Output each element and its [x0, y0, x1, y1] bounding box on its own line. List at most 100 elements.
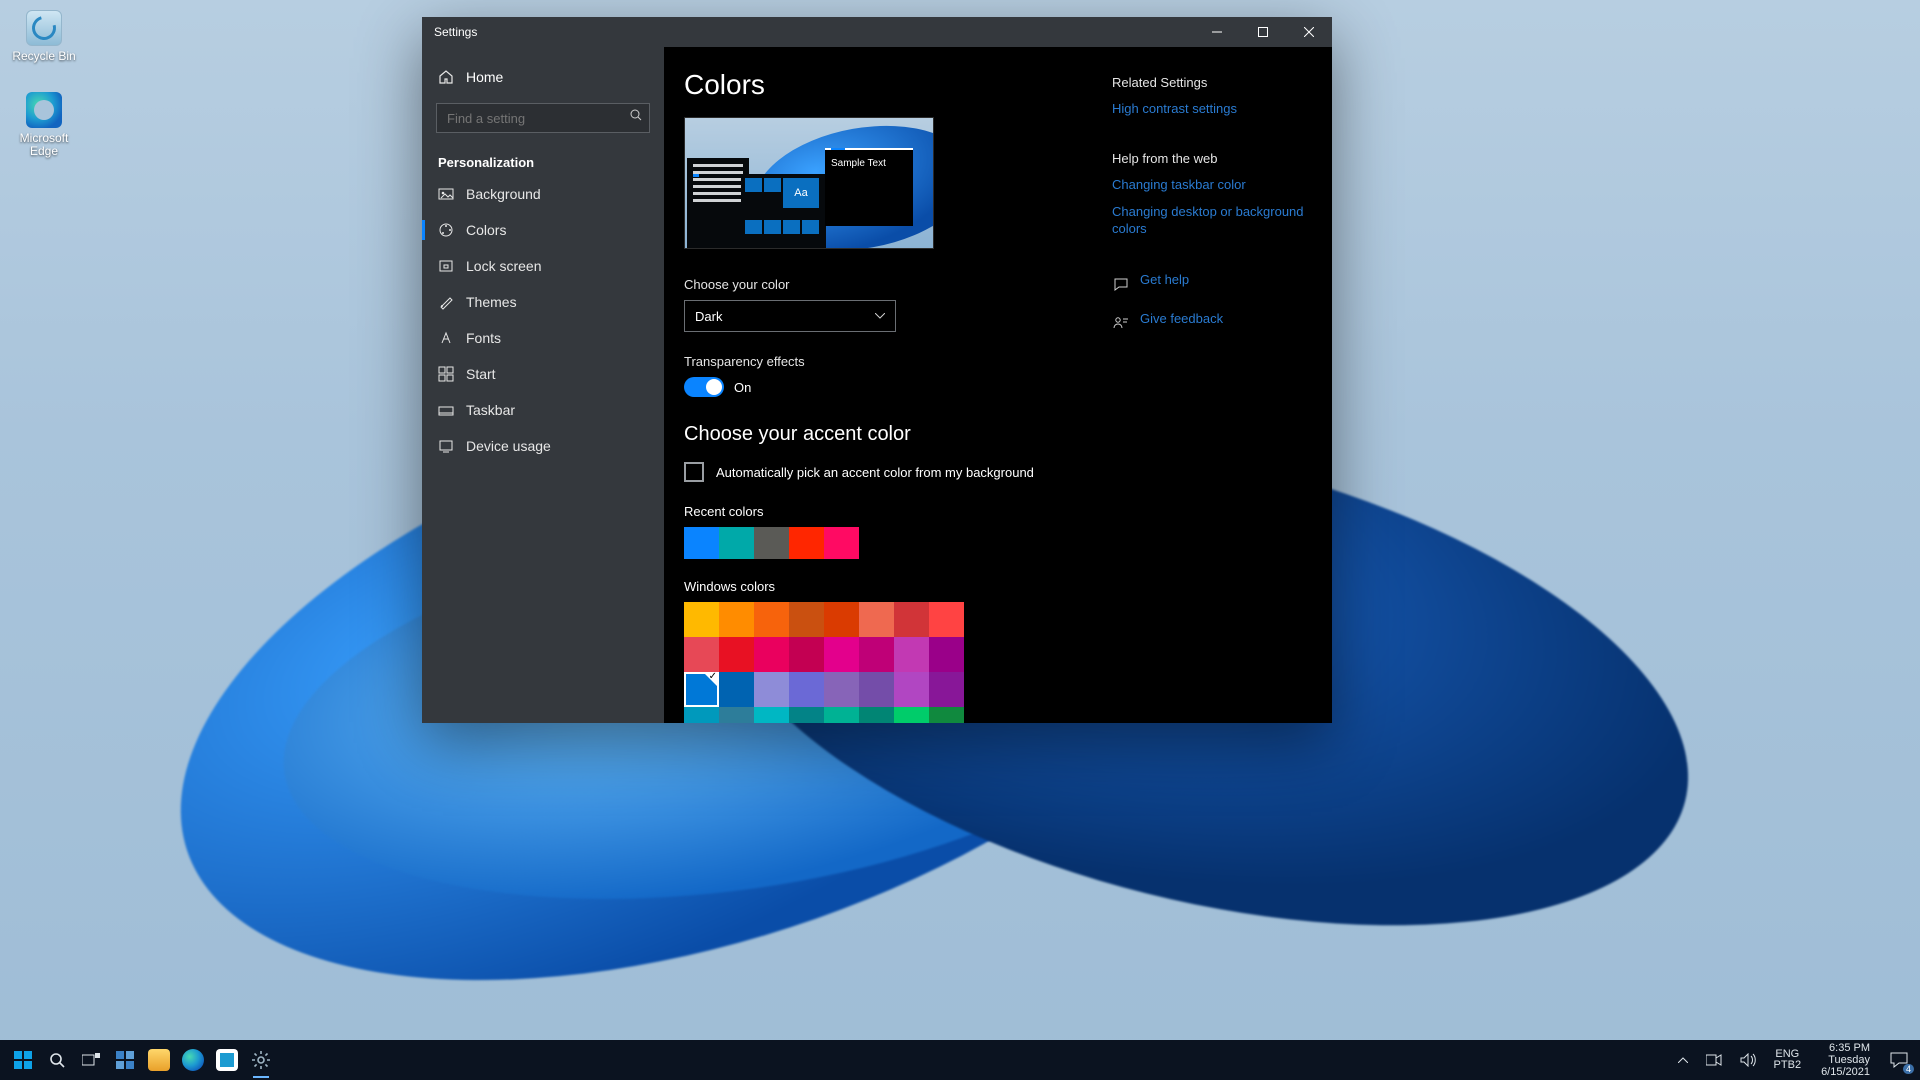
windows-color-swatch[interactable]: [684, 707, 719, 723]
windows-color-swatch[interactable]: [859, 707, 894, 723]
store-icon: [216, 1049, 238, 1071]
sidebar-item-taskbar[interactable]: Taskbar: [422, 392, 664, 428]
windows-color-swatch[interactable]: [684, 602, 719, 637]
page-title: Colors: [684, 69, 1088, 101]
get-help-link[interactable]: Get help: [1112, 271, 1312, 298]
windows-color-swatch[interactable]: [894, 602, 929, 637]
windows-color-swatch[interactable]: [789, 707, 824, 723]
high-contrast-link[interactable]: High contrast settings: [1112, 100, 1312, 117]
taskview-icon: [82, 1053, 100, 1067]
tray-overflow[interactable]: [1672, 1040, 1694, 1080]
sidebar-item-background[interactable]: Background: [422, 176, 664, 212]
sidebar-item-label: Themes: [466, 294, 517, 310]
help-link-taskbar-color[interactable]: Changing taskbar color: [1112, 176, 1312, 193]
taskbar[interactable]: ENG PTB2 6:35 PM Tuesday 6/15/2021 4: [0, 1040, 1920, 1080]
recent-color-swatch[interactable]: [719, 527, 754, 559]
color-mode-select[interactable]: Dark: [684, 300, 896, 332]
windows-color-swatch[interactable]: [719, 707, 754, 723]
desktop-icon-edge[interactable]: Microsoft Edge: [6, 88, 82, 162]
taskbar-store[interactable]: [210, 1040, 244, 1080]
themes-icon: [438, 294, 454, 310]
chevron-up-icon: [1678, 1057, 1688, 1063]
chat-icon: [1112, 276, 1130, 294]
windows-color-swatch[interactable]: [754, 672, 789, 707]
windows-color-swatch[interactable]: [859, 637, 894, 672]
windows-color-swatch[interactable]: [894, 637, 929, 672]
windows-color-swatch[interactable]: [684, 672, 719, 707]
help-link-desktop-color[interactable]: Changing desktop or background colors: [1112, 203, 1312, 237]
taskbar-taskview[interactable]: [74, 1040, 108, 1080]
windows-color-swatch[interactable]: [824, 707, 859, 723]
desktop-icon-label: Recycle Bin: [12, 50, 75, 63]
notification-badge: 4: [1903, 1064, 1914, 1074]
windows-color-swatch[interactable]: [894, 707, 929, 723]
windows-color-swatch[interactable]: [719, 637, 754, 672]
windows-color-swatch[interactable]: [859, 602, 894, 637]
taskbar-edge[interactable]: [176, 1040, 210, 1080]
tray-language[interactable]: ENG PTB2: [1768, 1040, 1808, 1080]
windows-color-swatch[interactable]: [824, 637, 859, 672]
sidebar-item-themes[interactable]: Themes: [422, 284, 664, 320]
sidebar-item-label: Background: [466, 186, 541, 202]
windows-colors-label: Windows colors: [684, 579, 1088, 594]
tray-volume[interactable]: [1734, 1040, 1762, 1080]
give-feedback-link[interactable]: Give feedback: [1112, 310, 1312, 337]
windows-color-swatch[interactable]: [824, 672, 859, 707]
taskbar-search[interactable]: [40, 1040, 74, 1080]
windows-color-swatch[interactable]: [929, 602, 964, 637]
transparency-toggle[interactable]: [684, 377, 724, 397]
gear-icon: [251, 1050, 271, 1070]
sidebar-item-deviceusage[interactable]: Device usage: [422, 428, 664, 464]
window-close-button[interactable]: [1286, 17, 1332, 47]
sidebar-item-lockscreen[interactable]: Lock screen: [422, 248, 664, 284]
recent-color-swatch[interactable]: [789, 527, 824, 559]
tray-notifications[interactable]: 4: [1884, 1040, 1914, 1080]
windows-color-swatch[interactable]: [824, 602, 859, 637]
auto-accent-checkbox[interactable]: [684, 462, 704, 482]
windows-color-swatch[interactable]: [929, 637, 964, 672]
recent-color-swatch[interactable]: [824, 527, 859, 559]
windows-color-swatch[interactable]: [789, 637, 824, 672]
windows-color-swatch[interactable]: [789, 602, 824, 637]
taskbar-settings[interactable]: [244, 1040, 278, 1080]
deviceusage-icon: [438, 438, 454, 454]
sidebar-item-fonts[interactable]: Fonts: [422, 320, 664, 356]
taskbar-widgets[interactable]: [108, 1040, 142, 1080]
windows-color-swatch[interactable]: [719, 672, 754, 707]
tray-meet-now[interactable]: [1700, 1040, 1728, 1080]
windows-color-swatch[interactable]: [929, 672, 964, 707]
window-maximize-button[interactable]: [1240, 17, 1286, 47]
color-mode-value: Dark: [695, 309, 722, 324]
start-icon: [438, 366, 454, 382]
window-titlebar[interactable]: Settings: [422, 17, 1332, 47]
tray-clock[interactable]: 6:35 PM Tuesday 6/15/2021: [1813, 1040, 1878, 1080]
windows-color-swatch[interactable]: [789, 672, 824, 707]
windows-icon: [14, 1051, 32, 1069]
windows-color-swatch[interactable]: [754, 602, 789, 637]
windows-color-swatch[interactable]: [894, 672, 929, 707]
auto-accent-label: Automatically pick an accent color from …: [716, 465, 1034, 480]
sidebar-home[interactable]: Home: [422, 59, 664, 95]
sidebar-item-start[interactable]: Start: [422, 356, 664, 392]
accent-header: Choose your accent color: [684, 423, 1088, 446]
recent-color-swatch[interactable]: [754, 527, 789, 559]
desktop-icon-recycle-bin[interactable]: Recycle Bin: [6, 6, 82, 80]
start-button[interactable]: [6, 1040, 40, 1080]
camera-icon: [1706, 1054, 1722, 1066]
windows-color-swatch[interactable]: [754, 637, 789, 672]
settings-window: Settings Home: [422, 17, 1332, 723]
search-input[interactable]: [436, 103, 650, 133]
windows-color-swatch[interactable]: [929, 707, 964, 723]
taskbar-explorer[interactable]: [142, 1040, 176, 1080]
window-minimize-button[interactable]: [1194, 17, 1240, 47]
windows-color-swatch[interactable]: [719, 602, 754, 637]
sidebar-item-colors[interactable]: Colors: [422, 212, 664, 248]
help-header: Help from the web: [1112, 151, 1312, 166]
sidebar-section-header: Personalization: [422, 141, 664, 176]
windows-color-swatch[interactable]: [754, 707, 789, 723]
windows-color-swatch[interactable]: [684, 637, 719, 672]
related-settings-header: Related Settings: [1112, 75, 1312, 90]
recent-color-swatch[interactable]: [684, 527, 719, 559]
windows-color-swatch[interactable]: [859, 672, 894, 707]
sidebar-item-label: Device usage: [466, 438, 551, 454]
